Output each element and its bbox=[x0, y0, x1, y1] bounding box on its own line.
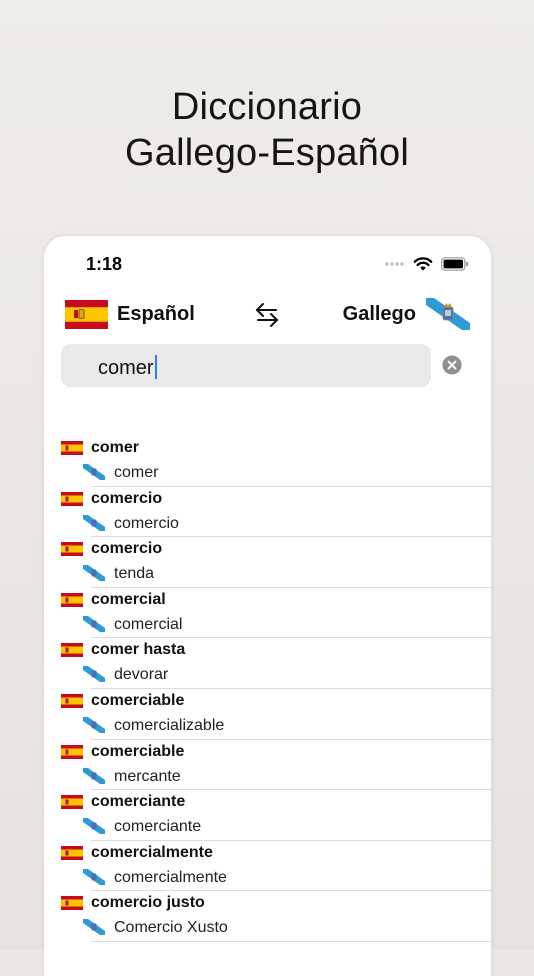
result-term: comercio bbox=[91, 489, 163, 507]
result-row[interactable]: comercialmente comercialmente bbox=[44, 841, 491, 892]
spain-flag-icon bbox=[61, 693, 83, 708]
result-row[interactable]: comercio comercio bbox=[44, 487, 491, 538]
swap-arrows-icon[interactable] bbox=[254, 301, 280, 329]
galicia-flag-icon bbox=[83, 565, 105, 582]
spain-flag-icon bbox=[61, 592, 83, 607]
result-row[interactable]: comer comer bbox=[44, 436, 491, 487]
result-translation: comercializable bbox=[114, 716, 225, 734]
galicia-flag-icon bbox=[83, 615, 105, 632]
status-icons bbox=[385, 256, 469, 272]
galicia-flag-icon[interactable] bbox=[426, 298, 470, 330]
galicia-flag-icon bbox=[83, 666, 105, 683]
headline-line-2: Gallego-Español bbox=[125, 132, 409, 174]
battery-icon bbox=[441, 257, 468, 271]
result-translation: comercialmente bbox=[114, 868, 227, 886]
headline: Diccionario Gallego-Español bbox=[0, 84, 534, 176]
phone-screen: 1:18 Español Gallego comer comer comer c… bbox=[44, 236, 491, 976]
headline-line-1: Diccionario bbox=[171, 86, 363, 128]
spain-flag-icon bbox=[61, 795, 83, 810]
result-translation: tenda bbox=[114, 565, 155, 583]
search-input-text[interactable]: comer bbox=[98, 355, 157, 380]
spain-flag-icon[interactable] bbox=[65, 300, 108, 329]
galicia-flag-icon bbox=[83, 514, 105, 531]
spain-flag-icon bbox=[61, 542, 83, 557]
galicia-flag-icon bbox=[83, 716, 105, 733]
result-term: comercio justo bbox=[91, 894, 205, 912]
galicia-flag-icon bbox=[83, 464, 105, 480]
language-selector: Español Gallego bbox=[44, 298, 491, 332]
result-term: comer hasta bbox=[91, 641, 186, 659]
row-divider bbox=[91, 940, 491, 942]
result-row[interactable]: comercio justo Comercio Xusto bbox=[44, 891, 491, 942]
spain-flag-icon bbox=[61, 744, 83, 759]
result-term: comerciable bbox=[91, 742, 185, 760]
result-term: comercial bbox=[91, 590, 166, 608]
result-translation: comer bbox=[114, 464, 159, 481]
galicia-flag-icon bbox=[83, 868, 105, 885]
result-translation: Comercio Xusto bbox=[114, 919, 228, 937]
result-row[interactable]: comercial comercial bbox=[44, 588, 491, 639]
search-value: comer bbox=[98, 357, 154, 379]
result-translation: comerciante bbox=[114, 818, 202, 836]
status-time: 1:18 bbox=[86, 254, 123, 274]
result-row[interactable]: comerciable mercante bbox=[44, 740, 491, 791]
result-translation: devorar bbox=[114, 666, 169, 684]
result-translation: comercio bbox=[114, 514, 179, 532]
cellular-signal-icon bbox=[385, 262, 404, 266]
spain-flag-icon bbox=[61, 845, 83, 860]
galicia-flag-icon bbox=[83, 767, 105, 784]
wifi-icon bbox=[413, 257, 433, 271]
result-term: comercialmente bbox=[91, 843, 213, 861]
clear-icon[interactable] bbox=[442, 355, 462, 375]
galicia-flag-icon bbox=[83, 818, 105, 835]
result-translation: mercante bbox=[114, 767, 181, 785]
spain-flag-icon bbox=[61, 896, 83, 911]
result-row[interactable]: comer hasta devorar bbox=[44, 638, 491, 689]
search-input[interactable]: comer bbox=[61, 344, 431, 387]
galicia-flag-icon bbox=[83, 919, 105, 936]
source-language-label[interactable]: Español bbox=[117, 303, 195, 326]
result-row[interactable]: comerciable comercializable bbox=[44, 689, 491, 740]
result-term: comercio bbox=[91, 540, 163, 558]
results-list: comer comer comercio comercio comercio tenda c… bbox=[44, 436, 491, 942]
result-term: comerciante bbox=[91, 793, 186, 811]
spain-flag-icon bbox=[61, 491, 83, 506]
result-row[interactable]: comerciante comerciante bbox=[44, 790, 491, 841]
result-row[interactable]: comercio tenda bbox=[44, 537, 491, 588]
result-term: comer bbox=[91, 439, 140, 456]
spain-flag-icon bbox=[61, 441, 83, 455]
text-caret bbox=[154, 355, 157, 379]
spain-flag-icon bbox=[61, 643, 83, 658]
result-term: comerciable bbox=[91, 691, 185, 709]
target-language-label[interactable]: Gallego bbox=[343, 303, 416, 326]
result-translation: comercial bbox=[114, 615, 183, 633]
